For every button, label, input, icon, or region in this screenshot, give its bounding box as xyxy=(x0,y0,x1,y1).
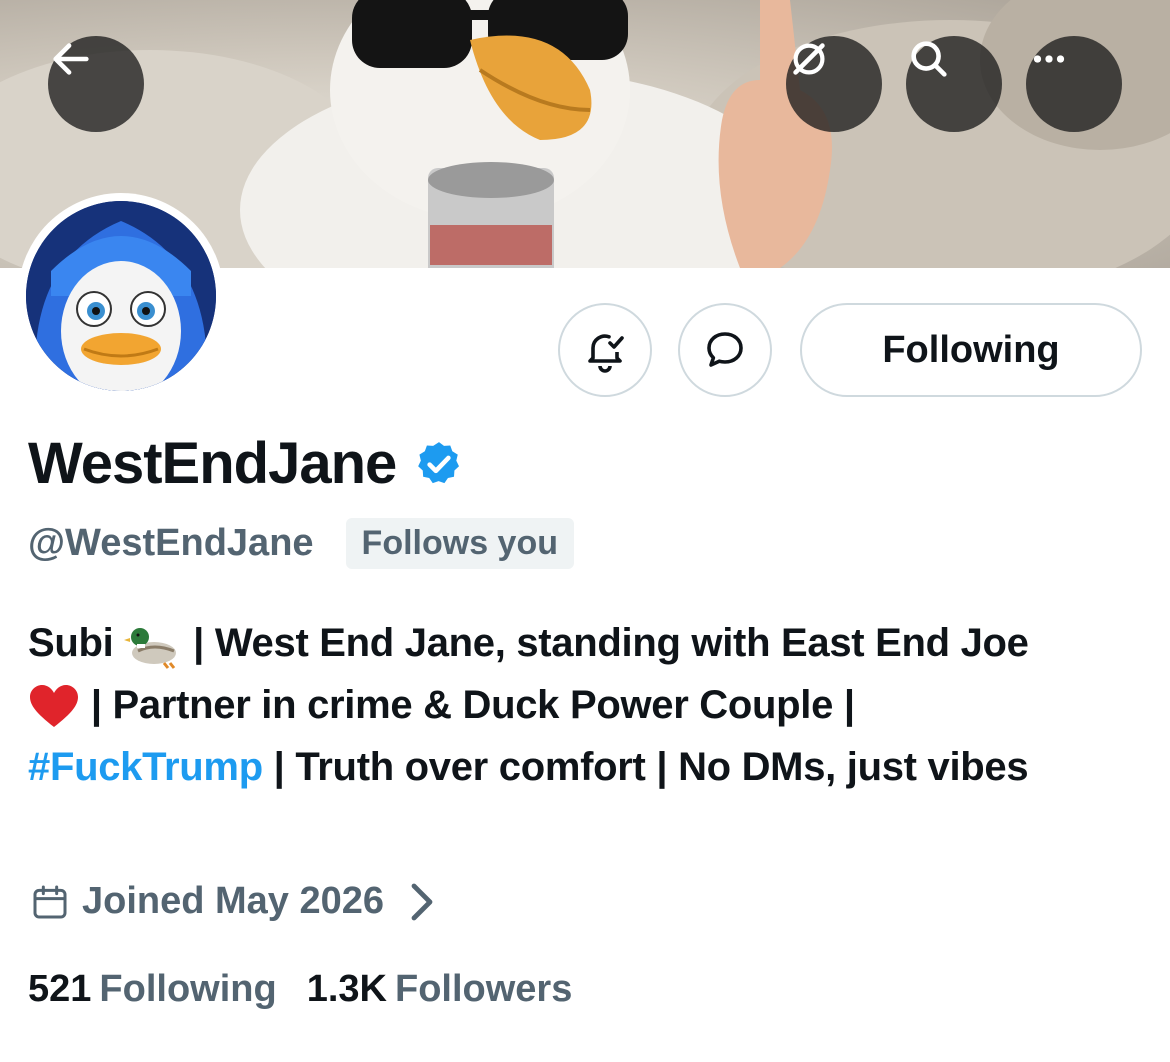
handle: @WestEndJane xyxy=(28,522,314,564)
following-count: 521 xyxy=(28,968,92,1010)
followers-count: 1.3K xyxy=(306,968,387,1010)
follow-stats: 521 Following 1.3K Followers xyxy=(28,968,602,1011)
display-name-row: WestEndJane xyxy=(28,430,464,497)
following-stat[interactable]: 521 Following xyxy=(28,968,277,1011)
avatar[interactable] xyxy=(18,193,224,399)
display-name: WestEndJane xyxy=(28,431,397,496)
bell-check-icon xyxy=(588,334,624,373)
avatar-image xyxy=(26,201,216,391)
back-button[interactable] xyxy=(48,36,144,132)
chevron-right-icon xyxy=(411,883,433,920)
search-button[interactable] xyxy=(906,36,1002,132)
following-label: Following xyxy=(99,968,277,1010)
more-button[interactable] xyxy=(1026,36,1122,132)
bio-text-2: | West End Jane, standing with East End … xyxy=(193,621,1029,665)
verified-badge-icon[interactable] xyxy=(414,439,464,489)
handle-row: @WestEndJane Follows you xyxy=(28,518,574,569)
duck-emoji-icon xyxy=(124,628,177,670)
followers-stat[interactable]: 1.3K Followers xyxy=(307,968,573,1011)
bio-text-3: | Partner in crime & Duck Power Couple | xyxy=(90,683,855,727)
message-button[interactable] xyxy=(678,303,772,397)
grok-button[interactable] xyxy=(786,36,882,132)
follows-you-badge: Follows you xyxy=(345,518,574,569)
search-icon xyxy=(911,41,947,77)
message-bubble-icon xyxy=(707,332,743,367)
bio-text-1: Subi xyxy=(28,621,114,665)
arrow-left-icon xyxy=(53,43,89,75)
calendar-icon xyxy=(33,885,67,918)
bio-text-4: | Truth over comfort | No DMs, just vibe… xyxy=(262,745,1029,789)
joined-text: Joined May 2026 xyxy=(82,880,385,922)
joined-date[interactable]: Joined May 2026 xyxy=(30,880,454,923)
heart-emoji-icon xyxy=(30,685,78,728)
more-horizontal-icon xyxy=(1033,55,1065,63)
followers-label: Followers xyxy=(394,968,573,1010)
following-button[interactable]: Following xyxy=(800,303,1142,397)
notifications-button[interactable] xyxy=(558,303,652,397)
bio: Subi | West End Jane, standing with East… xyxy=(28,612,1148,798)
hashtag-link[interactable]: #FuckTrump xyxy=(28,745,263,789)
grok-icon xyxy=(793,43,825,75)
